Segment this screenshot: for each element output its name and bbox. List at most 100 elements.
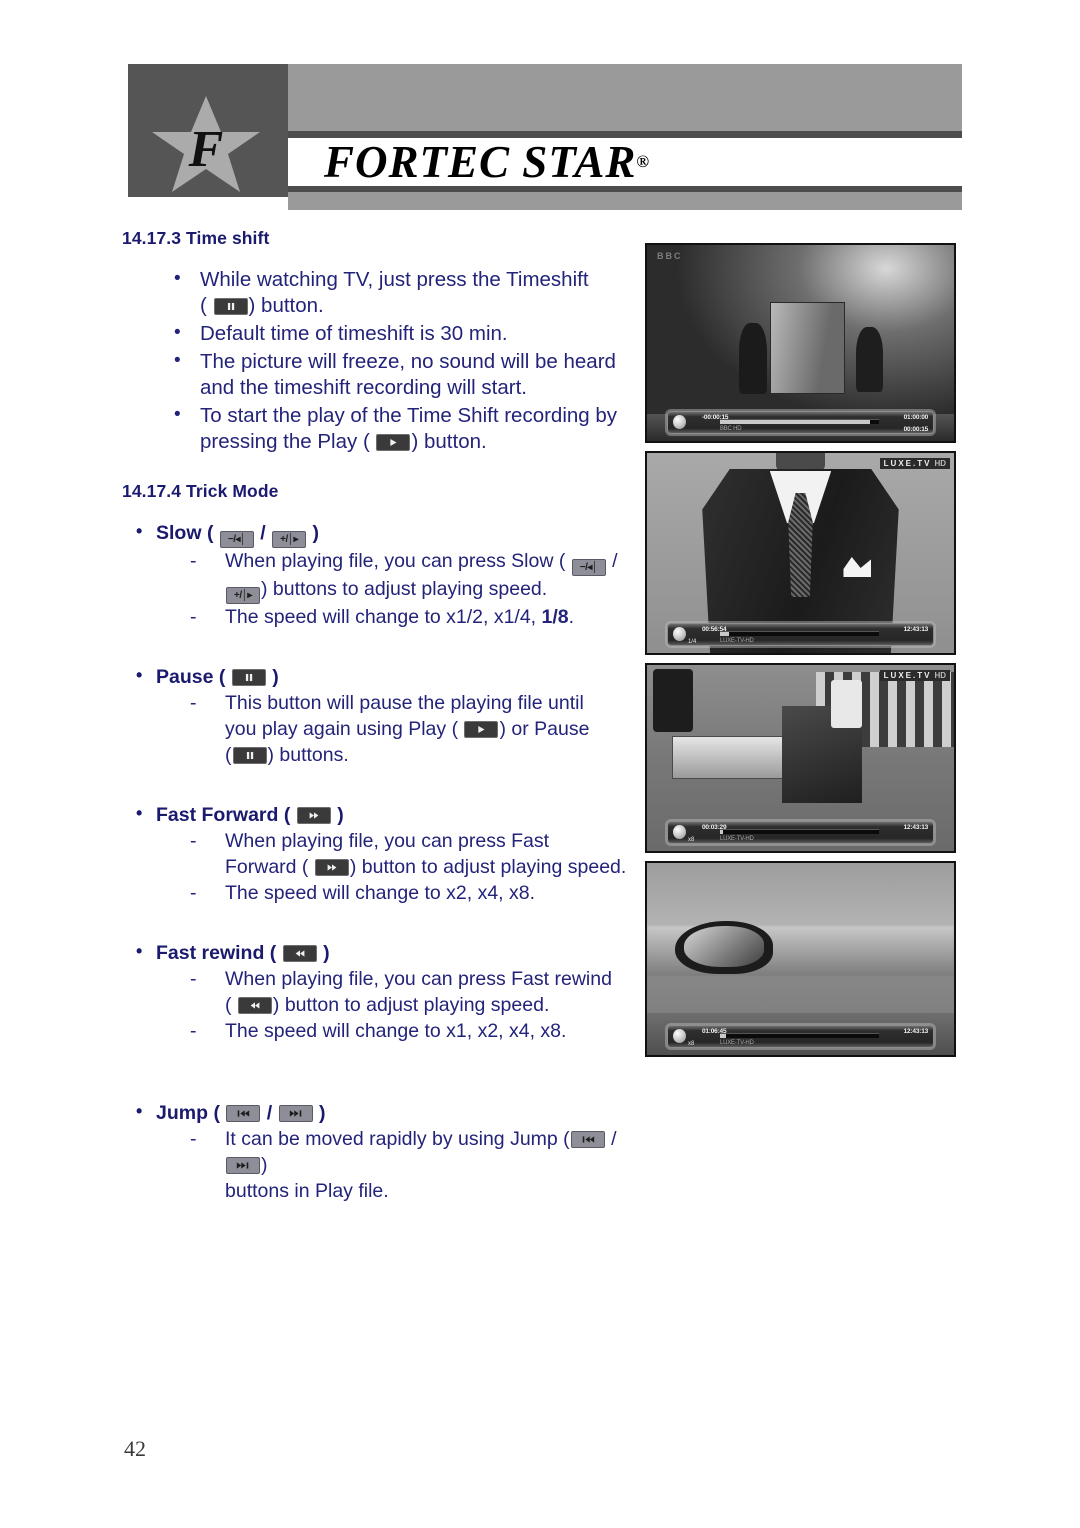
jump-forward-key-icon [226,1157,260,1174]
osd-progress-bar [719,829,880,834]
video-frame: x8 01:06:45 LUXE-TV-HD 12:43:13 [647,863,954,1055]
list-item: The speed will change to x1/2, x1/4, 1/8… [122,604,642,630]
video-frame: LUXE.TV HD x8 00:03:29 LUXE-TV-HD 12:43:1… [647,665,954,851]
detail-text-line2: you play again using Play ( [225,718,459,740]
slash: / [612,550,618,572]
osd-bar: x8 00:03:29 LUXE-TV-HD 12:43:13 [666,821,935,844]
osd-channel: LUXE-TV-HD [719,638,754,644]
paren-open: ( [213,1102,220,1124]
trick-label-jump: Jump [156,1102,209,1124]
paren-close: ) [272,666,279,688]
body-text-column: 14.17.3 Time shift While watching TV, ju… [122,228,642,1204]
fast-rewind-key-icon [282,945,317,962]
detail-text-line2: buttons in Play file. [225,1180,389,1202]
bbc-channel-logo: BBC [657,251,683,261]
detail-text-line1: When playing file, you can press Fast [225,830,550,852]
osd-progress-bar [719,1033,880,1038]
luxe-tv-logo: LUXE.TV HD [879,670,950,681]
osd-channel: LUXE-TV-HD [719,836,754,842]
trick-label-pause: Pause [156,666,214,688]
disc-icon [672,825,686,839]
video-frame: LUXE.TV HD 1/4 00:56:54 LUXE-TV-HD 12:43:… [647,453,954,653]
detail-text: When playing file, you can press Slow ( [225,550,566,572]
play-key-icon [464,721,499,738]
fast-forward-mode-screenshot: LUXE.TV HD x8 00:03:29 LUXE-TV-HD 12:43:1… [645,663,956,853]
detail-text-bold: 1/8 [541,606,569,628]
brand-name: FORTEC STAR [324,137,637,187]
slow-minus-key-icon: −/◂│ [571,559,606,576]
slow-minus-key-icon: −/◂│ [219,531,254,548]
osd-channel: BBC HD [719,426,742,432]
trick-fastrewind-group: Fast rewind ( ) [122,938,642,966]
slow-minus-key-label: −/◂│ [227,534,246,545]
bullet-text-startplay-end: ) button. [411,430,487,453]
bullet-text-startplay-line2: pressing the Play ( [200,430,370,453]
detail-text-line1: When playing file, you can press Fast re… [225,968,612,990]
paren-open: ( [206,522,214,544]
trick-jump-details: It can be moved rapidly by using Jump ( … [122,1126,642,1204]
detail-text-line2-end: ) button to adjust playing speed. [349,856,627,878]
slow-plus-key-icon: +/│▸ [272,531,307,548]
pause-key-icon [232,747,267,764]
trick-item-fast-rewind: Fast rewind ( ) [122,938,642,966]
list-item: When playing file, you can press Slow ( … [122,548,642,604]
osd-bar: -00:00:15 BBC HD 01:00:00 00:00:15 [666,411,935,434]
slash: / [260,522,266,544]
header-band-bottom [288,192,962,210]
jump-back-key-icon [226,1105,261,1122]
paren-close: ) [323,942,330,964]
detail-text: The speed will change to x2, x4, x8. [225,882,536,904]
star-logo-icon: F [150,94,262,194]
logo-box: F [128,64,288,197]
list-item: While watching TV, just press the Timesh… [122,266,642,319]
trick-item-pause: Pause ( ) [122,662,642,690]
list-item: When playing file, you can press Fast Fo… [122,828,642,880]
slow-minus-key-label: −/◂│ [579,562,598,573]
osd-time-elapsed: 00:00:15 [903,426,929,433]
scene-tie [788,493,813,597]
trick-label-fast-forward: Fast Forward [156,804,279,826]
trick-fastforward-details: When playing file, you can press Fast Fo… [122,828,642,906]
detail-text-line3: ( [225,744,232,766]
detail-text-end: ) buttons to adjust playing speed. [261,578,548,600]
paren-open: ( [269,942,277,964]
detail-text-line2-end: ) button to adjust playing speed. [272,994,550,1016]
detail-text-line1-end: ) [261,1154,268,1176]
osd-bar: 1/4 00:56:54 LUXE-TV-HD 12:43:13 [666,623,935,646]
trick-item-jump: Jump ( / ) [122,1098,642,1126]
bullet-text-paren-close: ) button. [248,294,324,317]
paren-open: ( [283,804,291,826]
osd-bar: x8 01:06:45 LUXE-TV-HD 12:43:13 [666,1025,935,1048]
list-item: This button will pause the playing file … [122,690,642,768]
page-header: F FORTEC STAR ® [128,64,962,210]
page-number: 42 [124,1436,146,1461]
slash: / [266,1102,273,1124]
bullet-text-line1: While watching TV, just press the Timesh… [200,268,589,291]
slow-plus-key-label: +/│▸ [234,590,252,601]
scene-mirror-glass [683,926,764,967]
scene-mannequin-neck [775,453,826,471]
detail-text-line2-end: ) or Pause [499,718,590,740]
trick-jump-group: Jump ( / ) [122,1098,642,1126]
jump-mode-screenshot: x8 01:06:45 LUXE-TV-HD 12:43:13 [645,861,956,1057]
list-item: Default time of timeshift is 30 min. [122,320,642,347]
detail-text-line2: Forward ( [225,856,309,878]
play-key-icon [376,434,411,451]
detail-text-line3-end: ) buttons. [267,744,349,766]
pause-key-icon [213,298,248,315]
luxe-tv-logo-text: LUXE.TV [883,671,932,680]
detail-text-line2: ( [225,994,232,1016]
bullet-text-default-time: Default time of timeshift is 30 min. [200,322,508,345]
fast-forward-key-icon [314,859,349,876]
osd-mode: 1/4 [687,639,697,645]
luxe-tv-logo-text: LUXE.TV [883,459,932,468]
scene-white-block [831,679,862,729]
list-item: The speed will change to x2, x4, x8. [122,880,642,906]
osd-time-total: 01:00:00 [903,414,929,421]
detail-text: The speed will change to x1/2, x1/4, [225,606,542,628]
slow-plus-key-label: +/│▸ [280,534,299,545]
manual-page: F FORTEC STAR® 14.17.3 Time shift While … [0,0,1080,1528]
